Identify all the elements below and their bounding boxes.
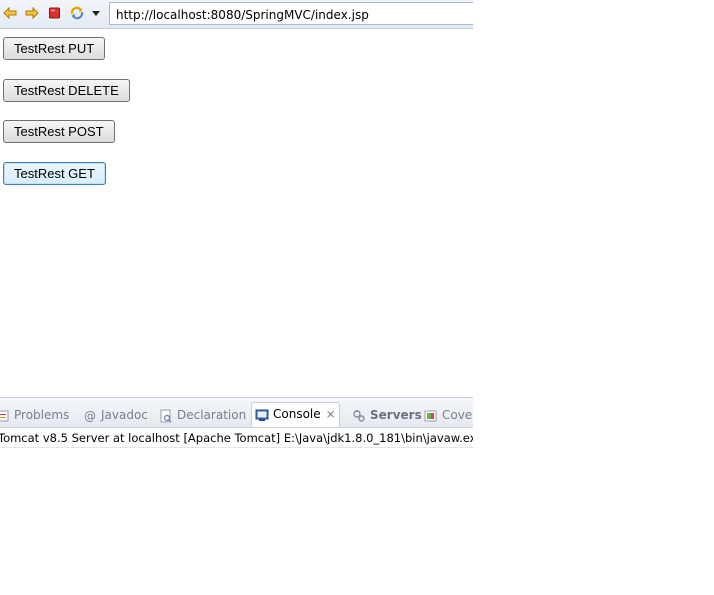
tab-declaration-label: Declaration: [177, 408, 247, 422]
close-icon[interactable]: ⨯: [326, 403, 336, 425]
problems-icon: [0, 409, 10, 423]
url-input[interactable]: [109, 2, 473, 25]
eclipse-window: TestRest PUT TestRest DELETE TestRest PO…: [0, 0, 714, 595]
tab-coverage[interactable]: Cove: [424, 404, 472, 427]
testrest-put-button[interactable]: TestRest PUT: [3, 37, 106, 60]
refresh-icon[interactable]: [69, 5, 85, 21]
tab-servers-label: Servers: [370, 408, 422, 422]
browser-toolbar: [0, 0, 473, 29]
page-content: TestRest PUT TestRest DELETE TestRest PO…: [0, 29, 473, 397]
servers-icon: [352, 409, 366, 423]
tab-javadoc-label: Javadoc: [101, 408, 148, 422]
coverage-icon: [424, 409, 438, 423]
console-header-text: Tomcat v8.5 Server at localhost [Apache …: [0, 429, 473, 448]
tab-coverage-label: Cove: [442, 408, 473, 422]
forward-icon[interactable]: [24, 5, 40, 21]
tab-problems[interactable]: Problems: [0, 404, 69, 427]
console-process-label: Tomcat v8.5 Server at localhost [Apache …: [0, 431, 473, 445]
dropdown-arrow-icon[interactable]: [91, 6, 101, 22]
tab-problems-label: Problems: [14, 408, 70, 422]
tab-console[interactable]: Console ⨯: [251, 402, 340, 427]
console-icon: [255, 408, 269, 422]
views-tab-strip: Problems @ Javadoc Declaration Console ⨯…: [0, 397, 473, 428]
tab-javadoc[interactable]: @ Javadoc: [83, 404, 148, 427]
testrest-post-button[interactable]: TestRest POST: [3, 120, 115, 143]
at-sign-icon: @: [84, 408, 96, 423]
testrest-get-button[interactable]: TestRest GET: [3, 162, 106, 185]
tab-servers[interactable]: Servers: [352, 404, 422, 427]
back-icon[interactable]: [2, 5, 18, 21]
tab-console-label: Console: [273, 407, 321, 421]
testrest-delete-button[interactable]: TestRest DELETE: [3, 79, 130, 102]
stop-icon[interactable]: [47, 5, 63, 21]
declaration-icon: [159, 409, 173, 423]
tab-declaration[interactable]: Declaration: [159, 404, 246, 427]
